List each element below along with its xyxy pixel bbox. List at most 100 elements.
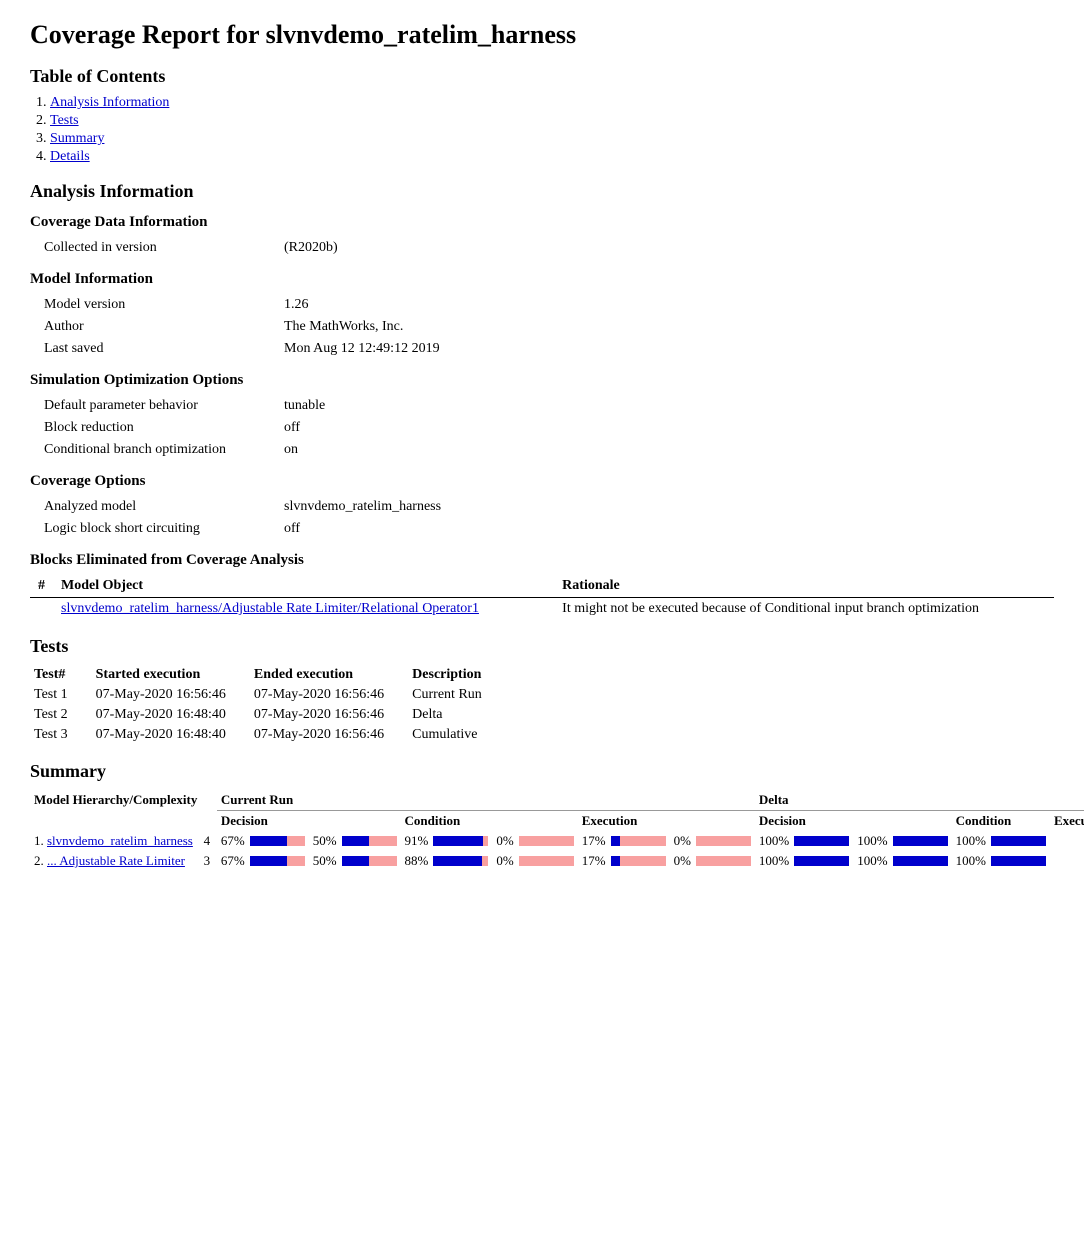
test-3-desc: Cumulative bbox=[408, 725, 506, 745]
logic-block-label: Logic block short circuiting bbox=[40, 518, 280, 540]
col-model-name bbox=[30, 811, 197, 832]
logic-block-value: off bbox=[280, 518, 457, 540]
summary-model-link[interactable]: ... Adjustable Rate Limiter bbox=[47, 853, 185, 868]
table-row: 2. ... Adjustable Rate Limiter367%50%88%… bbox=[30, 851, 1084, 871]
cur-execution-label: Execution bbox=[578, 811, 755, 832]
pct-label: 50% bbox=[313, 853, 337, 869]
table-row: Test 2 07-May-2020 16:48:40 07-May-2020 … bbox=[30, 705, 506, 725]
test-3-ended: 07-May-2020 16:56:46 bbox=[250, 725, 408, 745]
bar-fill bbox=[342, 856, 370, 866]
test-1-ended: 07-May-2020 16:56:46 bbox=[250, 685, 408, 705]
coverage-data-table: Collected in version (R2020b) bbox=[40, 237, 354, 259]
bar-wrap bbox=[342, 836, 397, 846]
test-2-ended: 07-May-2020 16:56:46 bbox=[250, 705, 408, 725]
analysis-section: Analysis Information Coverage Data Infor… bbox=[30, 181, 1054, 620]
test-3-started: 07-May-2020 16:48:40 bbox=[92, 725, 250, 745]
toc-heading: Table of Contents bbox=[30, 66, 1054, 87]
col-model-hierarchy: Model Hierarchy/Complexity bbox=[30, 790, 217, 811]
pct-label: 100% bbox=[759, 853, 789, 869]
bar-fill bbox=[991, 836, 1046, 846]
pct-label: 100% bbox=[857, 833, 887, 849]
tests-table: Test# Started execution Ended execution … bbox=[30, 665, 506, 745]
model-info-heading: Model Information bbox=[30, 271, 1054, 288]
table-row: Conditional branch optimization on bbox=[40, 439, 341, 461]
bar-wrap bbox=[250, 856, 305, 866]
pct-label: 17% bbox=[582, 853, 606, 869]
block-reduction-value: off bbox=[280, 417, 341, 439]
test-2-desc: Delta bbox=[408, 705, 506, 725]
bar-fill bbox=[611, 836, 620, 846]
analyzed-model-label: Analyzed model bbox=[40, 496, 280, 518]
sim-options-heading: Simulation Optimization Options bbox=[30, 372, 1054, 389]
summary-complexity: 4 bbox=[197, 831, 217, 851]
tests-section: Tests Test# Started execution Ended exec… bbox=[30, 636, 1054, 745]
blocks-eliminated-table: # Model Object Rationale slvnvdemo_ratel… bbox=[30, 575, 1054, 620]
bar-wrap bbox=[519, 856, 574, 866]
bar-fill bbox=[250, 836, 287, 846]
bar-wrap bbox=[696, 856, 751, 866]
default-param-value: tunable bbox=[280, 395, 341, 417]
pct-label: 17% bbox=[582, 833, 606, 849]
blocks-eliminated-heading: Blocks Eliminated from Coverage Analysis bbox=[30, 552, 1054, 569]
bar-fill bbox=[250, 856, 287, 866]
summary-model-link[interactable]: slvnvdemo_ratelim_harness bbox=[47, 833, 193, 848]
table-row: Model version 1.26 bbox=[40, 294, 456, 316]
toc-link-summary[interactable]: Summary bbox=[50, 131, 104, 146]
toc-list: Analysis Information Tests Summary Detai… bbox=[50, 95, 1054, 165]
analyzed-model-value: slvnvdemo_ratelim_harness bbox=[280, 496, 457, 518]
summary-row-number: 1. slvnvdemo_ratelim_harness bbox=[30, 831, 197, 851]
summary-group-header-row: Model Hierarchy/Complexity Current Run D… bbox=[30, 790, 1084, 811]
bar-wrap bbox=[893, 856, 948, 866]
block-model-object: slvnvdemo_ratelim_harness/Adjustable Rat… bbox=[53, 598, 554, 621]
summary-heading: Summary bbox=[30, 761, 1054, 782]
col-rationale: Rationale bbox=[554, 575, 1054, 598]
coverage-options-heading: Coverage Options bbox=[30, 473, 1054, 490]
summary-sub-header-row: Decision Condition Execution Decision Co… bbox=[30, 811, 1084, 832]
col-ended: Ended execution bbox=[250, 665, 408, 685]
block-model-object-link[interactable]: slvnvdemo_ratelim_harness/Adjustable Rat… bbox=[61, 601, 479, 616]
toc-link-analysis[interactable]: Analysis Information bbox=[50, 95, 169, 110]
cond-branch-value: on bbox=[280, 439, 341, 461]
tests-header-row: Test# Started execution Ended execution … bbox=[30, 665, 506, 685]
collected-version-value: (R2020b) bbox=[280, 237, 354, 259]
sim-options-table: Default parameter behavior tunable Block… bbox=[40, 395, 341, 461]
bar-wrap bbox=[611, 856, 666, 866]
author-value: The MathWorks, Inc. bbox=[280, 316, 456, 338]
pct-label: 0% bbox=[674, 853, 691, 869]
bar-wrap bbox=[611, 836, 666, 846]
toc-item-4: Details bbox=[50, 149, 1054, 165]
bar-fill bbox=[433, 856, 481, 866]
pct-label: 50% bbox=[313, 833, 337, 849]
toc-link-tests[interactable]: Tests bbox=[50, 113, 79, 128]
summary-complexity: 3 bbox=[197, 851, 217, 871]
bar-fill bbox=[794, 836, 849, 846]
pct-label: 100% bbox=[759, 833, 789, 849]
table-row: slvnvdemo_ratelim_harness/Adjustable Rat… bbox=[30, 598, 1054, 621]
col-started: Started execution bbox=[92, 665, 250, 685]
bar-wrap bbox=[433, 836, 488, 846]
bar-wrap bbox=[893, 836, 948, 846]
default-param-label: Default parameter behavior bbox=[40, 395, 280, 417]
col-number: # bbox=[30, 575, 53, 598]
pct-label: 0% bbox=[496, 853, 513, 869]
pct-label: 91% bbox=[405, 833, 429, 849]
bar-wrap bbox=[433, 856, 488, 866]
coverage-options-table: Analyzed model slvnvdemo_ratelim_harness… bbox=[40, 496, 457, 540]
block-number bbox=[30, 598, 53, 621]
bar-fill bbox=[433, 836, 483, 846]
col-description: Description bbox=[408, 665, 506, 685]
collected-version-label: Collected in version bbox=[40, 237, 280, 259]
pct-label: 67% bbox=[221, 853, 245, 869]
toc-item-2: Tests bbox=[50, 113, 1054, 129]
analysis-heading: Analysis Information bbox=[30, 181, 1054, 202]
cur-decision-label: Decision bbox=[217, 811, 401, 832]
summary-row-number: 2. ... Adjustable Rate Limiter bbox=[30, 851, 197, 871]
pct-label: 67% bbox=[221, 833, 245, 849]
test-3-num: Test 3 bbox=[30, 725, 92, 745]
del-condition-label: Condition bbox=[952, 811, 1050, 832]
del-decision-label: Decision bbox=[755, 811, 952, 832]
test-1-num: Test 1 bbox=[30, 685, 92, 705]
col-delta: Delta bbox=[755, 790, 1084, 811]
toc-link-details[interactable]: Details bbox=[50, 149, 90, 164]
last-saved-label: Last saved bbox=[40, 338, 280, 360]
